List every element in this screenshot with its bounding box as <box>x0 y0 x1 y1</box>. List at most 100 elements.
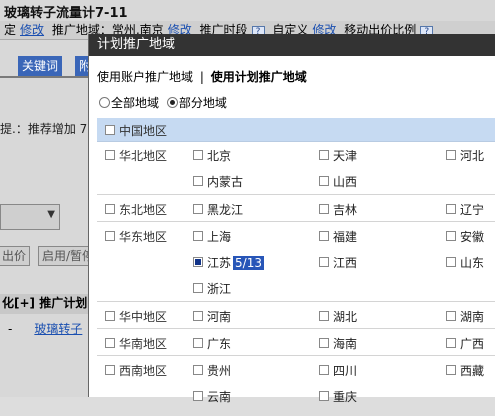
city-label: 江西 <box>333 256 358 270</box>
city-checkbox[interactable] <box>319 391 329 401</box>
china-label: 中国地区 <box>119 124 168 138</box>
region-south: 华南地区 广东 海南 广西 <box>97 329 495 356</box>
partial-regions-label: 部分地域 <box>178 96 227 110</box>
city-label: 河北 <box>460 149 485 163</box>
city-label: 江苏 <box>207 256 232 270</box>
city-checkbox[interactable] <box>319 257 329 267</box>
region-checkbox[interactable] <box>105 150 115 160</box>
plan-title: 玻璃转子流量计7-11 <box>4 6 128 21</box>
region-southwest: 西南地区 贵州 四川 西藏 云南 重庆 <box>97 356 495 416</box>
city-checkbox[interactable] <box>319 311 329 321</box>
city-label: 山东 <box>460 256 485 270</box>
city-checkbox[interactable] <box>319 176 329 186</box>
region-checkbox[interactable] <box>105 204 115 214</box>
city-label: 贵州 <box>207 364 232 378</box>
header-text: 化[+] 推广计划 <box>2 296 88 310</box>
china-row: 中国地区 <box>97 118 495 142</box>
city-checkbox[interactable] <box>446 231 456 241</box>
region-label: 华北地区 <box>119 149 168 163</box>
use-plan-regions-link[interactable]: 使用计划推广地域 <box>211 70 307 84</box>
city-label: 重庆 <box>333 390 358 404</box>
city-label: 上海 <box>207 230 232 244</box>
city-label: 天津 <box>333 149 358 163</box>
region-grid: 中国地区 华北地区 北京 天津 河北 内蒙古 山西 东北地区 黑龙江 吉林 辽宁… <box>97 118 495 416</box>
city-checkbox[interactable] <box>193 204 203 214</box>
city-checkbox[interactable] <box>193 150 203 160</box>
chevron-down-icon: ▼ <box>47 209 55 220</box>
tab-keywords[interactable]: 关键词 <box>18 56 63 76</box>
city-checkbox[interactable] <box>193 231 203 241</box>
city-checkbox[interactable] <box>319 231 329 241</box>
city-checkbox[interactable] <box>446 311 456 321</box>
all-regions-label: 全部地域 <box>111 96 160 110</box>
city-label: 四川 <box>333 364 358 378</box>
region-label: 华南地区 <box>119 337 168 351</box>
city-label: 内蒙古 <box>207 175 244 189</box>
city-label: 湖北 <box>333 310 358 324</box>
city-label: 吉林 <box>333 203 358 217</box>
edit-link[interactable]: 修改 <box>20 23 44 37</box>
city-checkbox[interactable] <box>319 365 329 375</box>
bid-button[interactable]: 出价 <box>0 246 31 266</box>
dialog-title: 计划推广地域 <box>89 34 495 56</box>
city-checkbox[interactable] <box>446 257 456 267</box>
city-checkbox[interactable] <box>193 176 203 186</box>
all-regions-radio[interactable] <box>99 97 110 108</box>
city-label: 安徽 <box>460 230 485 244</box>
mode-separator: | <box>199 70 204 84</box>
city-checkbox[interactable] <box>193 365 203 375</box>
city-label: 湖南 <box>460 310 485 324</box>
city-checkbox[interactable] <box>193 338 203 348</box>
region-north: 华北地区 北京 天津 河北 内蒙古 山西 <box>97 142 495 195</box>
region-label: 西南地区 <box>119 364 168 378</box>
city-label: 海南 <box>333 337 358 351</box>
city-checkbox[interactable] <box>319 150 329 160</box>
table-row: - 玻璃转子 <box>0 320 95 337</box>
partial-regions-radio[interactable] <box>166 97 178 108</box>
jiangsu-checkbox[interactable] <box>193 257 203 267</box>
region-east: 华东地区 上海 福建 安徽 江苏 5/13 江西 山东 浙江 <box>97 222 495 302</box>
city-label: 福建 <box>333 230 358 244</box>
region-checkbox[interactable] <box>105 311 115 321</box>
city-label: 广西 <box>460 337 485 351</box>
bg-tabs: 关键词 附 <box>0 56 100 76</box>
table-header: 化[+] 推广计划 <box>0 294 95 314</box>
city-checkbox[interactable] <box>193 391 203 401</box>
region-label: 华东地区 <box>119 230 168 244</box>
region-central: 华中地区 河南 湖北 湖南 <box>97 302 495 329</box>
region-checkbox[interactable] <box>105 338 115 348</box>
city-checkbox[interactable] <box>446 338 456 348</box>
recommend-note: 提.：推荐增加 7 - <box>0 122 96 136</box>
city-checkbox[interactable] <box>319 204 329 214</box>
region-northeast: 东北地区 黑龙江 吉林 辽宁 <box>97 195 495 222</box>
city-checkbox[interactable] <box>319 338 329 348</box>
selection-count-badge[interactable]: 5/13 <box>233 256 264 270</box>
plan-link[interactable]: 玻璃转子 <box>34 322 82 336</box>
city-checkbox[interactable] <box>446 150 456 160</box>
city-checkbox[interactable] <box>193 283 203 293</box>
use-account-regions-link[interactable]: 使用账户推广地域 <box>97 70 193 84</box>
city-label: 浙江 <box>207 282 232 296</box>
filter-select[interactable]: ▼ <box>0 204 60 230</box>
city-label: 黑龙江 <box>207 203 244 217</box>
region-checkbox[interactable] <box>105 365 115 375</box>
row-dash: - <box>8 322 13 336</box>
city-label: 河南 <box>207 310 232 324</box>
region-label: 华中地区 <box>119 310 168 324</box>
city-checkbox[interactable] <box>446 204 456 214</box>
city-checkbox[interactable] <box>446 365 456 375</box>
city-label: 辽宁 <box>460 203 485 217</box>
mode-switch: 使用账户推广地域 | 使用计划推广地域 <box>97 68 307 85</box>
region-label: 东北地区 <box>119 203 168 217</box>
region-checkbox[interactable] <box>105 231 115 241</box>
city-label: 西藏 <box>460 364 485 378</box>
bar-text: 定 <box>4 23 17 37</box>
city-label: 云南 <box>207 390 232 404</box>
city-label: 北京 <box>207 149 232 163</box>
scope-radio-group: 全部地域 部分地域 <box>99 94 227 111</box>
city-label: 广东 <box>207 337 232 351</box>
city-checkbox[interactable] <box>193 311 203 321</box>
city-label: 山西 <box>333 175 358 189</box>
china-checkbox[interactable] <box>105 125 115 135</box>
divider <box>0 76 95 78</box>
